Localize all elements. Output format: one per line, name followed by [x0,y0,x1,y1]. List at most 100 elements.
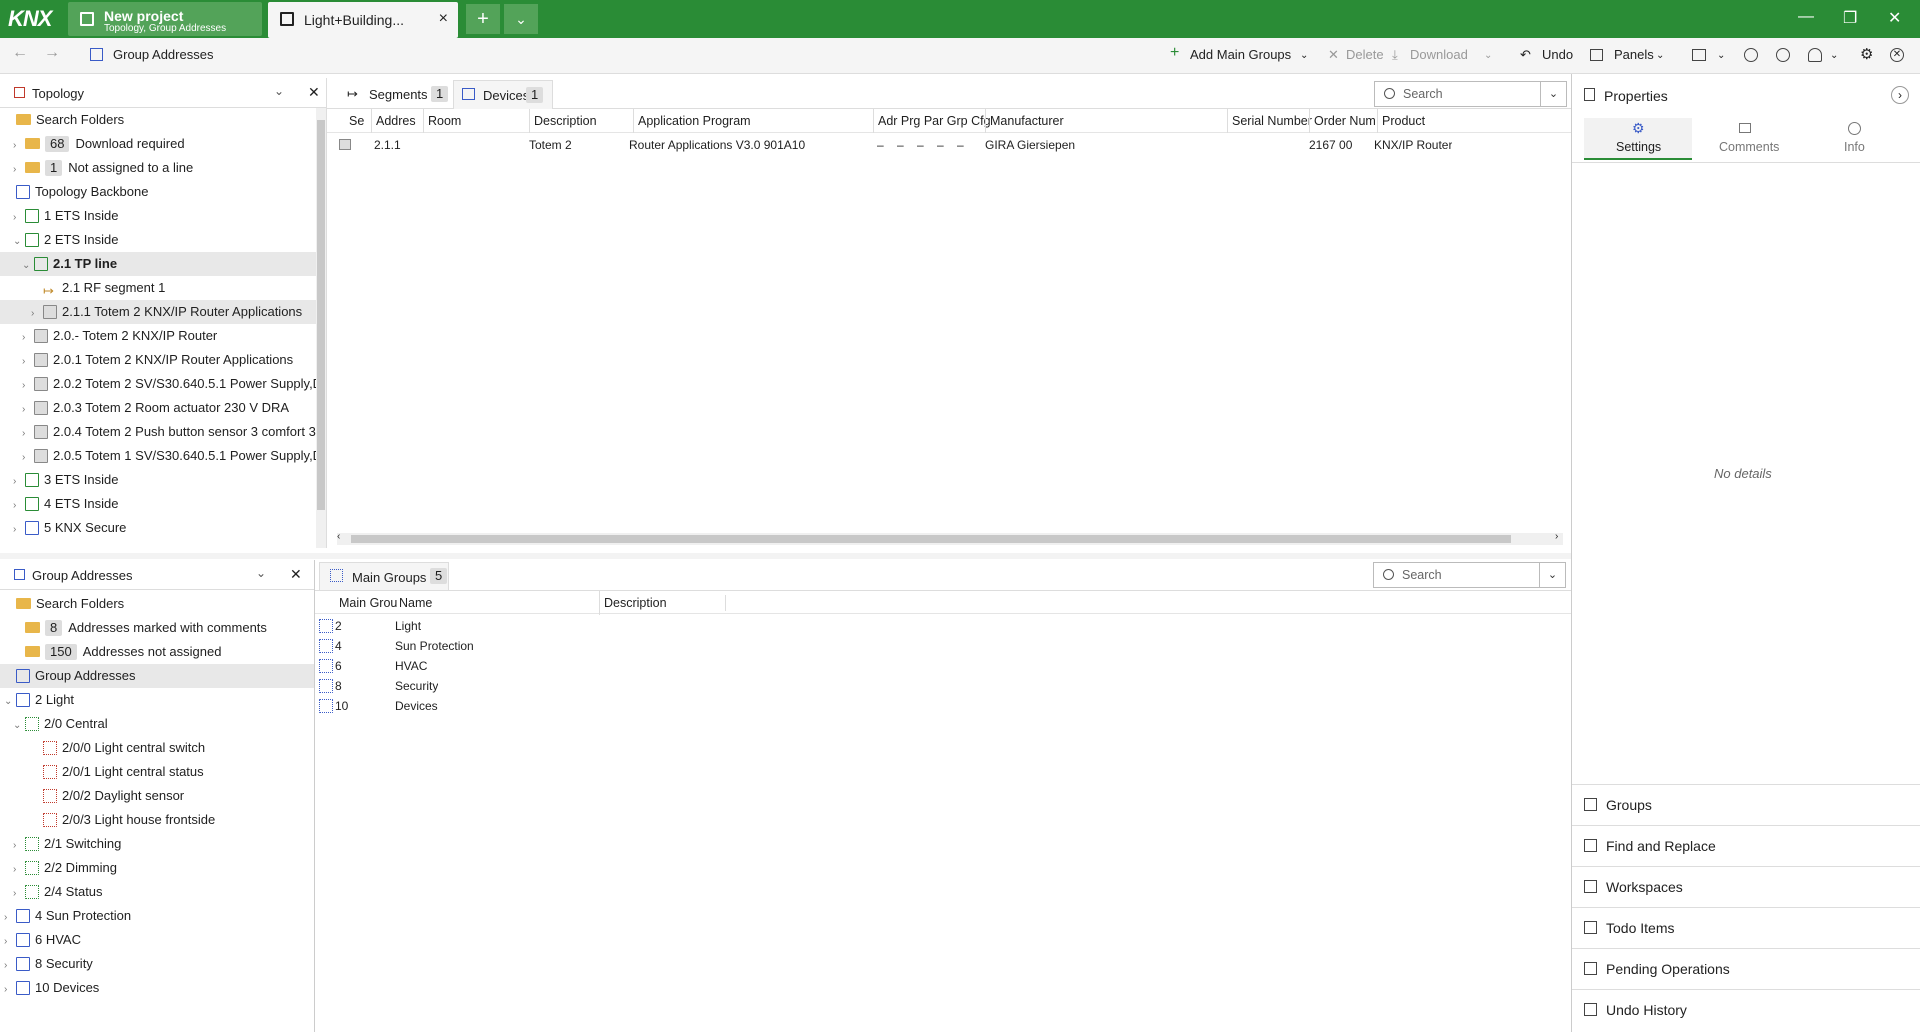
table-row[interactable]: 2.1.1 Totem 2 Router Applications V3.0 9… [327,133,1573,157]
download-button[interactable]: Download [1410,47,1468,62]
side-panel-pending-operations[interactable]: Pending Operations [1572,948,1920,989]
column-header[interactable]: Application Program [633,109,751,133]
search-dropdown-icon[interactable]: ⌄ [1539,563,1565,587]
ga-tree-item[interactable]: 2/0/0 Light central switch [0,736,314,760]
col-name[interactable]: Name [399,591,432,615]
ga-tree-item[interactable]: 2/0/3 Light house frontside [0,808,314,832]
table-row[interactable]: 6 HVAC [315,656,1572,676]
ga-tree-item[interactable]: Search Folders [0,592,314,616]
topology-tree-item[interactable]: › 2.0.5 Totem 1 SV/S30.640.5.1 Power Supp… [0,444,316,468]
expand-chevron-icon[interactable]: › [31,302,43,324]
topology-scroll-thumb[interactable] [317,120,325,510]
table-row[interactable]: 8 Security [315,676,1572,696]
ga-tree-item[interactable]: › 6 HVAC [0,928,314,952]
close-tab-icon[interactable]: × [439,10,448,28]
tab-comments[interactable]: Comments [1692,118,1800,160]
side-panel-todo-items[interactable]: Todo Items [1572,907,1920,948]
expand-chevron-icon[interactable]: › [13,470,25,492]
side-panel-workspaces[interactable]: Workspaces [1572,866,1920,907]
expand-chevron-icon[interactable]: › [4,906,16,928]
devices-hscrollbar[interactable]: ‹ › [337,531,1563,545]
col-description[interactable]: Description [599,591,667,615]
topology-tree-item[interactable]: › 2.0.2 Totem 2 SV/S30.640.5.1 Power Supp… [0,372,316,396]
new-tab-button[interactable]: + [466,4,500,34]
ga-tree-item[interactable]: 8 Addresses marked with comments [0,616,314,640]
scroll-right-icon[interactable]: › [1555,531,1558,542]
expand-chevron-icon[interactable]: › [22,374,34,396]
expand-chevron-icon[interactable]: › [13,494,25,516]
expand-chevron-icon[interactable]: ⌄ [13,714,25,736]
topology-tree-item[interactable]: › 1 Not assigned to a line [0,156,316,180]
ga-tree-item[interactable]: ⌄ 2/0 Central [0,712,314,736]
horizontal-splitter[interactable] [0,553,1572,559]
expand-chevron-icon[interactable]: › [22,326,34,348]
ga-tree-item[interactable]: 2/0/1 Light central status [0,760,314,784]
expand-chevron-icon[interactable]: › [22,398,34,420]
expand-chevron-icon[interactable]: › [4,954,16,976]
topology-tree-item[interactable]: › 1 ETS Inside [0,204,316,228]
expand-chevron-icon[interactable]: › [13,834,25,856]
topology-tree-item[interactable]: ↦ 2.1 RF segment 1 [0,276,316,300]
close-circle-icon[interactable]: ✕ [1890,48,1904,62]
column-header[interactable]: Manufacturer [985,109,1064,133]
topology-tree-item[interactable]: › 2.0.1 Totem 2 KNX/IP Router Application… [0,348,316,372]
expand-chevron-icon[interactable]: › [22,446,34,468]
ga-tree-item[interactable]: › 2/2 Dimming [0,856,314,880]
expand-chevron-icon[interactable]: › [13,858,25,880]
tab-info[interactable]: Info [1800,118,1908,160]
add-main-groups-button[interactable]: Add Main Groups [1190,47,1291,62]
devices-search-box[interactable]: Search ⌄ [1374,81,1567,107]
expand-chevron-icon[interactable]: › [13,518,25,540]
expand-chevron-icon[interactable]: › [13,206,25,228]
tab-segments[interactable]: Segments [369,87,428,102]
topology-tree-item[interactable]: ⌄ 2.1 TP line [0,252,316,276]
ga-tree-item[interactable]: ⌄ 2 Light [0,688,314,712]
expand-chevron-icon[interactable]: › [13,882,25,904]
ga-collapse-icon[interactable]: ⌄ [256,566,266,580]
user-icon[interactable] [1808,48,1822,62]
close-window-button[interactable]: ✕ [1888,8,1901,28]
forward-button[interactable]: → [44,44,60,62]
expand-chevron-icon[interactable]: ⌄ [13,230,25,252]
main-groups-search-input[interactable]: Search [1402,568,1442,582]
ga-tree-item[interactable]: 2/0/2 Daylight sensor [0,784,314,808]
topology-collapse-icon[interactable]: ⌄ [274,84,284,98]
side-panel-find-and-replace[interactable]: Find and Replace [1572,825,1920,866]
panels-dropdown-icon[interactable]: ⌄ [1656,50,1664,61]
info-icon[interactable] [1744,48,1758,62]
panels-button[interactable]: Panels [1614,47,1654,62]
column-header[interactable]: Order Num [1309,109,1376,133]
undo-button[interactable]: Undo [1542,47,1573,62]
expand-chevron-icon[interactable]: › [22,422,34,444]
expand-chevron-icon[interactable]: › [4,930,16,952]
column-header[interactable]: Addres [371,109,416,133]
topology-tree-item[interactable]: ⌄ 2 ETS Inside [0,228,316,252]
ga-tree-item[interactable]: › 2/4 Status [0,880,314,904]
topology-tree-item[interactable]: Search Folders [0,108,316,132]
topology-tree-item[interactable]: › 68 Download required [0,132,316,156]
tab-main-groups[interactable]: Main Groups 5 [319,562,449,590]
expand-chevron-icon[interactable]: › [13,158,25,180]
column-header[interactable]: Room [423,109,461,133]
table-row[interactable]: 2 Light [315,616,1572,636]
topology-tree-item[interactable]: Topology Backbone [0,180,316,204]
devices-search-input[interactable]: Search [1403,87,1443,101]
devices-hscroll-thumb[interactable] [351,535,1511,543]
topology-tree-item[interactable]: › 2.1.1 Totem 2 KNX/IP Router Application… [0,300,316,324]
expand-chevron-icon[interactable]: › [13,134,25,156]
side-panel-groups[interactable]: Groups [1572,784,1920,825]
search-dropdown-icon[interactable]: ⌄ [1540,82,1566,106]
ga-tree-item[interactable]: Group Addresses [0,664,314,688]
tab-devices[interactable]: Devices 1 [453,80,553,109]
ga-tree-item[interactable]: › 10 Devices [0,976,314,1000]
table-row[interactable]: 10 Devices [315,696,1572,716]
ga-tree-item[interactable]: › 4 Sun Protection [0,904,314,928]
table-row[interactable]: 4 Sun Protection [315,636,1572,656]
tab-light-building[interactable]: Light+Building... × [268,2,458,38]
restore-button[interactable]: ❐ [1843,8,1857,28]
column-header[interactable]: Adr Prg Par Grp Cfg [873,109,991,133]
expand-chevron-icon[interactable]: › [22,350,34,372]
workspace-icon[interactable] [1692,49,1706,61]
col-main-group[interactable]: Main Grou [339,591,397,615]
expand-chevron-icon[interactable]: › [4,978,16,1000]
